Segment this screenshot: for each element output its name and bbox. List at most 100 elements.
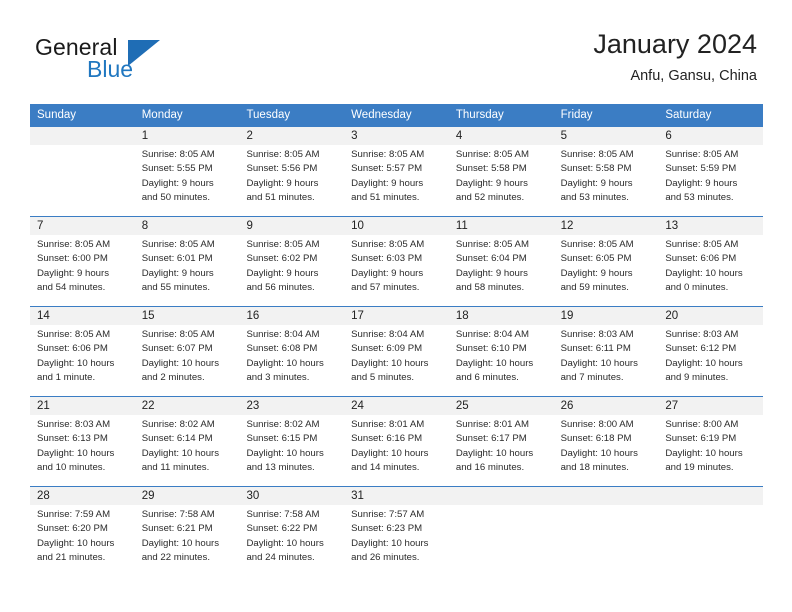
sunset-text: Sunset: 6:17 PM: [455, 433, 527, 445]
sunrise-text: Sunrise: 8:01 AM: [351, 419, 425, 430]
daylight-text-line2: and 51 minutes.: [351, 191, 420, 203]
day-number[interactable]: 18: [449, 307, 554, 325]
day-cell: Sunrise: 8:02 AM Sunset: 6:14 PM Dayligh…: [135, 415, 240, 486]
daylight-text-line2: and 56 minutes.: [246, 281, 315, 293]
daylight-text-line1: Daylight: 9 hours: [141, 267, 214, 279]
day-cell: Sunrise: 8:00 AM Sunset: 6:18 PM Dayligh…: [554, 415, 659, 486]
sunrise-text: Sunrise: 8:00 AM: [665, 419, 739, 430]
sunset-text: Sunset: 6:08 PM: [246, 343, 318, 355]
sunset-text: Sunset: 6:01 PM: [141, 253, 213, 265]
day-number[interactable]: 22: [135, 397, 240, 415]
daylight-text-line2: and 58 minutes.: [455, 281, 525, 293]
day-number[interactable]: 5: [554, 127, 659, 145]
title-block: January 2024 Anfu, Gansu, China: [593, 28, 757, 86]
daylight-text-line1: Daylight: 10 hours: [560, 447, 638, 459]
day-number[interactable]: 11: [449, 217, 554, 235]
daylight-text-line2: and 53 minutes.: [665, 191, 734, 203]
day-number[interactable]: 28: [30, 487, 135, 505]
sunset-text: Sunset: 5:55 PM: [141, 163, 213, 175]
day-cell: Sunrise: 8:05 AM Sunset: 6:06 PM Dayligh…: [30, 325, 135, 396]
day-number[interactable]: 31: [344, 487, 449, 505]
sunset-text: Sunset: 6:14 PM: [141, 433, 213, 445]
sunrise-text: Sunrise: 8:05 AM: [246, 239, 320, 250]
day-cell: Sunrise: 8:03 AM Sunset: 6:11 PM Dayligh…: [554, 325, 659, 396]
day-number[interactable]: 8: [135, 217, 240, 235]
day-cell: Sunrise: 7:59 AM Sunset: 6:20 PM Dayligh…: [30, 505, 135, 576]
day-number[interactable]: 14: [30, 307, 135, 325]
daylight-text-line1: Daylight: 10 hours: [665, 357, 743, 369]
daylight-text-line2: and 0 minutes.: [665, 281, 729, 293]
day-number[interactable]: 25: [449, 397, 554, 415]
day-number[interactable]: 30: [239, 487, 344, 505]
day-number[interactable]: 3: [344, 127, 449, 145]
sunrise-text: Sunrise: 8:04 AM: [455, 329, 529, 340]
day-number[interactable]: 23: [239, 397, 344, 415]
day-number[interactable]: 13: [658, 217, 763, 235]
daylight-text-line1: Daylight: 10 hours: [455, 357, 534, 369]
week-row: 14 15 16 17 18 19 20 Sunrise: 8:05 AM Su…: [30, 306, 763, 396]
day-number[interactable]: 19: [554, 307, 659, 325]
day-cell: Sunrise: 7:57 AM Sunset: 6:23 PM Dayligh…: [344, 505, 449, 576]
day-cell: Sunrise: 8:05 AM Sunset: 5:55 PM Dayligh…: [135, 145, 240, 216]
day-number[interactable]: 12: [554, 217, 659, 235]
week-row: 1 2 3 4 5 6 Sunrise: 8:05 AM Sunset: 5:5…: [30, 126, 763, 216]
sunrise-text: Sunrise: 8:02 AM: [141, 419, 215, 430]
day-number[interactable]: 26: [554, 397, 659, 415]
weekday-header-saturday: Saturday: [665, 109, 712, 121]
day-number-band: 1 2 3 4 5 6: [30, 127, 763, 145]
day-number[interactable]: 21: [30, 397, 135, 415]
day-number[interactable]: 17: [344, 307, 449, 325]
day-number[interactable]: 27: [658, 397, 763, 415]
page-title: January 2024: [593, 29, 757, 59]
day-cell: Sunrise: 8:05 AM Sunset: 5:58 PM Dayligh…: [449, 145, 554, 216]
day-detail-band: Sunrise: 8:03 AM Sunset: 6:13 PM Dayligh…: [30, 415, 763, 486]
sunset-text: Sunset: 6:00 PM: [37, 253, 108, 265]
day-number[interactable]: 9: [239, 217, 344, 235]
day-number[interactable]: 24: [344, 397, 449, 415]
sunrise-text: Sunrise: 8:03 AM: [560, 329, 634, 340]
sunrise-text: Sunrise: 8:00 AM: [560, 419, 634, 430]
daylight-text-line1: Daylight: 9 hours: [246, 177, 319, 189]
day-number[interactable]: 15: [135, 307, 240, 325]
day-number[interactable]: 2: [239, 127, 344, 145]
sunset-text: Sunset: 6:15 PM: [246, 433, 318, 445]
sunrise-text: Sunrise: 8:05 AM: [246, 149, 320, 160]
weekday-header-wednesday: Wednesday: [351, 109, 412, 121]
sunrise-text: Sunrise: 8:03 AM: [37, 419, 111, 430]
sunrise-text: Sunrise: 8:05 AM: [351, 239, 425, 250]
page-header: General Blue January 2024 Anfu, Gansu, C…: [0, 0, 792, 100]
daylight-text-line1: Daylight: 9 hours: [455, 177, 528, 189]
general-blue-logo[interactable]: General Blue: [35, 34, 215, 86]
daylight-text-line2: and 51 minutes.: [246, 191, 315, 203]
sunset-text: Sunset: 5:58 PM: [455, 163, 527, 175]
sunset-text: Sunset: 5:58 PM: [560, 163, 632, 175]
daylight-text-line2: and 3 minutes.: [246, 371, 310, 383]
daylight-text-line2: and 11 minutes.: [141, 461, 210, 473]
sunrise-text: Sunrise: 8:04 AM: [351, 329, 425, 340]
daylight-text-line1: Daylight: 9 hours: [665, 177, 738, 189]
day-cell: Sunrise: 8:03 AM Sunset: 6:13 PM Dayligh…: [30, 415, 135, 486]
day-cell: Sunrise: 8:05 AM Sunset: 5:57 PM Dayligh…: [344, 145, 449, 216]
sunrise-text: Sunrise: 8:05 AM: [141, 329, 215, 340]
sunset-text: Sunset: 5:59 PM: [665, 163, 737, 175]
sunset-text: Sunset: 6:11 PM: [560, 343, 631, 355]
day-number[interactable]: 20: [658, 307, 763, 325]
sunrise-text: Sunrise: 8:05 AM: [665, 239, 739, 250]
daylight-text-line2: and 21 minutes.: [37, 551, 106, 563]
day-cell: Sunrise: 8:00 AM Sunset: 6:19 PM Dayligh…: [658, 415, 763, 486]
day-number[interactable]: 1: [135, 127, 240, 145]
day-number[interactable]: 16: [239, 307, 344, 325]
weekday-header-friday: Friday: [560, 109, 593, 121]
day-number[interactable]: 6: [658, 127, 763, 145]
week-row: 7 8 9 10 11 12 13 Sunrise: 8:05 AM Sunse…: [30, 216, 763, 306]
day-number[interactable]: 29: [135, 487, 240, 505]
day-detail-band: Sunrise: 8:05 AM Sunset: 6:06 PM Dayligh…: [30, 325, 763, 396]
daylight-text-line1: Daylight: 10 hours: [37, 447, 115, 459]
daylight-text-line1: Daylight: 10 hours: [560, 357, 638, 369]
day-number[interactable]: 10: [344, 217, 449, 235]
sunset-text: Sunset: 6:10 PM: [455, 343, 527, 355]
day-number[interactable]: 4: [449, 127, 554, 145]
day-cell: Sunrise: 8:05 AM Sunset: 6:05 PM Dayligh…: [554, 235, 659, 306]
day-number[interactable]: 7: [30, 217, 135, 235]
daylight-text-line2: and 6 minutes.: [455, 371, 519, 383]
